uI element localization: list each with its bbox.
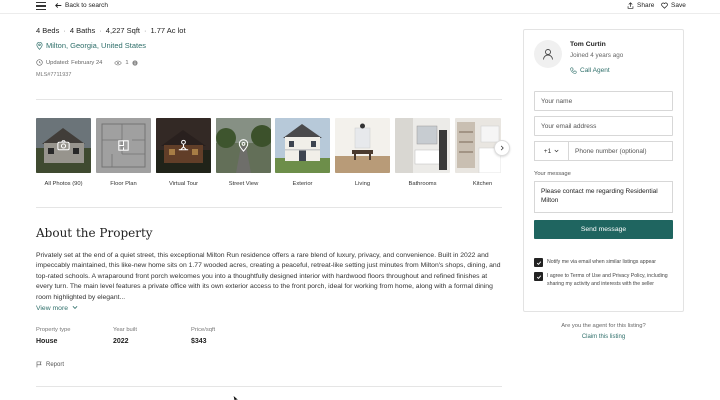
send-message-button[interactable]: Send message — [534, 220, 673, 239]
phone-field: +1 Phone number (optional) — [534, 141, 673, 161]
location-text: Milton, Georgia, United States — [46, 41, 147, 50]
stat-value: $343 — [191, 338, 207, 345]
gallery-label: Street View — [228, 181, 259, 187]
chevron-down-icon — [72, 306, 78, 309]
agent-name: Tom Curtin — [570, 41, 606, 48]
message-textarea[interactable]: Please contact me regarding Residential … — [534, 181, 673, 213]
stat-value: House — [36, 338, 58, 345]
save-button[interactable]: Save — [661, 2, 686, 9]
gallery-thumb-floor-plan[interactable] — [96, 118, 151, 173]
heart-icon — [661, 2, 668, 9]
info-icon[interactable] — [132, 59, 138, 66]
about-title: About the Property — [36, 226, 153, 240]
gallery-label: Kitchen — [472, 181, 493, 187]
separator: · — [63, 26, 66, 35]
gallery-thumb-bathrooms[interactable] — [395, 118, 450, 173]
stat-label: Price/sqft — [191, 327, 216, 333]
check-icon — [536, 274, 541, 279]
divider — [36, 99, 502, 100]
call-agent-link[interactable]: Call Agent — [570, 67, 610, 74]
share-label: Share — [637, 2, 655, 9]
clock-icon — [36, 59, 43, 66]
bathroom-photo — [395, 118, 450, 173]
stat-label: Property type — [36, 327, 71, 333]
top-bar: Back to search Share Save — [0, 0, 720, 14]
living-photo — [335, 118, 390, 173]
gallery-thumb-living[interactable] — [335, 118, 390, 173]
map-pin-icon — [36, 41, 43, 50]
flag-icon — [36, 361, 42, 368]
terms-checkbox-label: I agree to Terms of Use and Privacy Poli… — [547, 273, 668, 288]
gallery-thumb-virtual-tour[interactable] — [156, 118, 211, 173]
baths: 4 Baths — [69, 26, 96, 35]
phone-input[interactable]: Phone number (optional) — [569, 142, 672, 160]
report-label: Report — [46, 361, 65, 368]
beds: 4 Beds — [36, 26, 60, 35]
share-button[interactable]: Share — [627, 2, 654, 9]
user-icon — [543, 49, 553, 60]
property-facts: 4 Beds · 4 Baths · 4,227 Sqft · 1.77 Ac … — [36, 26, 186, 35]
gallery-thumb-all-photos[interactable] — [36, 118, 91, 173]
phone-icon — [570, 67, 577, 74]
divider — [36, 207, 502, 208]
mls-number: MLS#7711937 — [36, 72, 72, 78]
eye-icon — [114, 60, 123, 65]
gallery-label: All Photos (90) — [44, 181, 83, 187]
view-more-link[interactable]: View more — [36, 305, 78, 312]
back-to-search-link[interactable]: Back to search — [55, 2, 108, 9]
separator: · — [99, 26, 102, 35]
notify-checkbox[interactable] — [534, 258, 543, 267]
menu-icon[interactable] — [36, 2, 46, 11]
view-more-label: View more — [36, 305, 68, 312]
agent-joined: Joined 4 years ago — [570, 52, 624, 59]
claim-listing-link[interactable]: Claim this listing — [523, 334, 684, 340]
email-input[interactable]: Your email address — [534, 116, 673, 136]
updated-date: Updated: February 24 — [46, 59, 103, 66]
gallery-label: Living — [354, 181, 371, 187]
gallery-thumb-street-view[interactable] — [216, 118, 271, 173]
terms-checkbox[interactable] — [534, 272, 543, 281]
mouse-cursor-icon — [233, 396, 238, 400]
country-code-value: +1 — [543, 147, 552, 155]
gallery-label: Bathrooms — [408, 181, 437, 187]
lot-size: 1.77 Ac lot — [150, 26, 186, 35]
property-description: Privately set at the end of a quiet stre… — [36, 252, 501, 301]
exterior-photo — [275, 118, 330, 173]
separator: · — [144, 26, 147, 35]
save-label: Save — [671, 2, 686, 9]
agent-question: Are you the agent for this listing? — [561, 323, 646, 329]
gallery-label: Virtual Tour — [168, 181, 199, 187]
check-icon — [536, 260, 541, 265]
avatar — [534, 40, 562, 68]
name-input[interactable]: Your name — [534, 91, 673, 111]
back-label: Back to search — [65, 2, 108, 9]
gallery-thumb-exterior[interactable] — [275, 118, 330, 173]
sqft: 4,227 Sqft — [105, 26, 140, 35]
notify-checkbox-label: Notify me via email when similar listing… — [547, 259, 656, 265]
country-code-select[interactable]: +1 — [535, 142, 569, 160]
stat-value: 2022 — [113, 338, 129, 345]
arrow-left-icon — [55, 3, 62, 8]
divider — [36, 386, 502, 387]
chevron-right-icon — [500, 145, 504, 151]
chevron-down-icon — [554, 149, 559, 153]
listing-meta: Updated: February 24 1 — [36, 59, 138, 66]
view-count: 1 — [125, 59, 129, 66]
report-link[interactable]: Report — [36, 361, 64, 368]
location-link[interactable]: Milton, Georgia, United States — [36, 41, 146, 50]
share-icon — [627, 2, 634, 9]
floor-plan-icon — [118, 140, 129, 151]
map-pin-icon — [238, 139, 249, 152]
gallery-label: Exterior — [292, 181, 313, 187]
gallery-label: Floor Plan — [110, 181, 137, 187]
message-label: Your message — [534, 171, 571, 177]
stat-label: Year built — [113, 327, 137, 333]
gallery-next-button[interactable] — [494, 140, 510, 156]
camera-icon — [57, 140, 70, 151]
virtual-tour-icon — [178, 139, 189, 151]
call-agent-label: Call Agent — [580, 67, 610, 74]
